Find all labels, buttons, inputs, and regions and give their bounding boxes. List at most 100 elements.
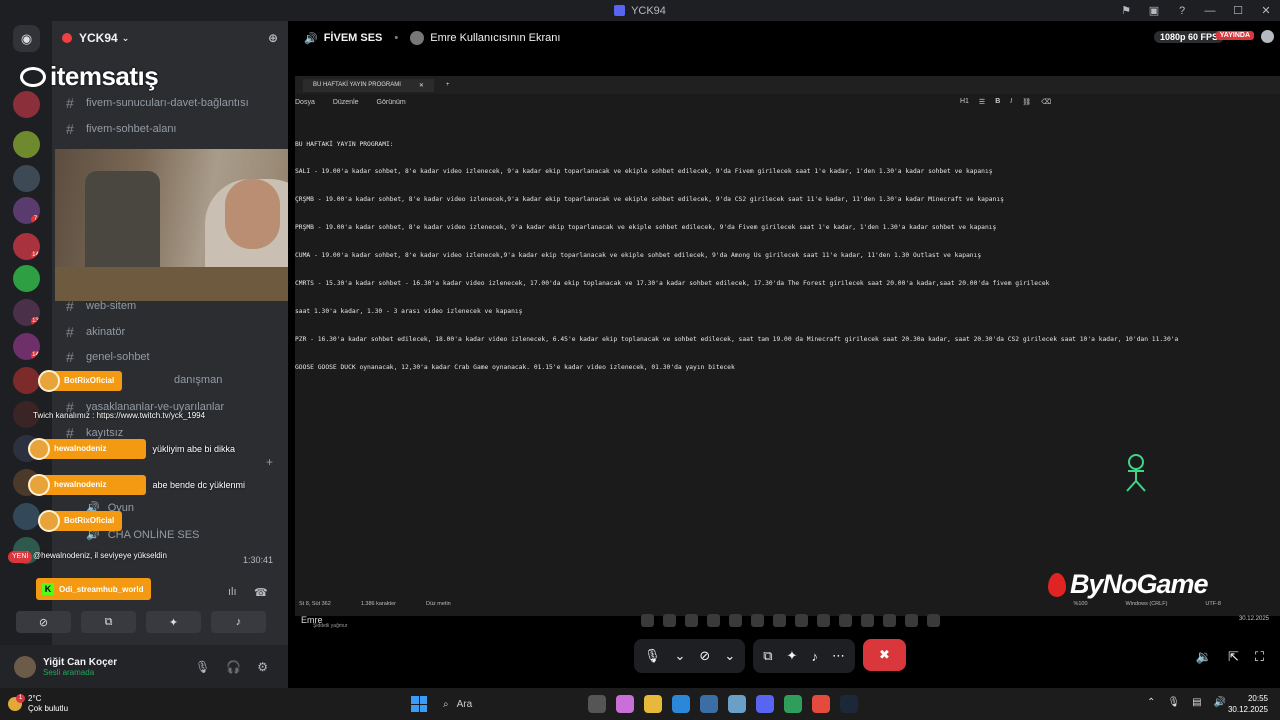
new-tab-icon[interactable]: + [446, 82, 450, 88]
server-icon[interactable]: 14 [13, 333, 40, 360]
close-icon[interactable]: ✕ [419, 82, 424, 89]
channel-item[interactable]: danışman [174, 374, 222, 386]
format-toolbar: H1 ☰ B I ⛓ ⌫ [960, 98, 1051, 106]
soundboard-button[interactable]: ♪ [211, 611, 266, 633]
soundboard-icon[interactable]: ♪ [811, 649, 818, 664]
heading-button[interactable]: H1 [960, 98, 969, 106]
stream-header: 🔊 FİVEM SES • Emre Kullanıcısının Ekranı… [288, 21, 1280, 55]
steam-icon[interactable] [840, 695, 858, 713]
server-badge-icon [62, 33, 72, 43]
inbox-icon[interactable]: ⚑ [1112, 4, 1140, 17]
activities-icon[interactable]: ✦ [787, 648, 798, 664]
chrome-icon[interactable] [812, 695, 830, 713]
call-controls: 🎙 ⌄ ⊘ ⌄ ⧉ ✦ ♪ ⋯ ✖ [634, 639, 906, 673]
chevron-down-icon[interactable]: ⌄ [675, 648, 686, 664]
screen-icon[interactable]: ▣ [1140, 4, 1168, 17]
volume-icon[interactable]: 🔉 [1196, 649, 1212, 665]
notepad-tab[interactable]: BU HAFTAKİ YAYIN PROGRAMI ✕ [303, 78, 434, 92]
link-icon[interactable]: ⛓ [1022, 98, 1031, 106]
microphone-icon[interactable]: 🎙 [644, 648, 661, 664]
list-icon[interactable]: ☰ [979, 98, 985, 106]
store-icon[interactable] [700, 695, 718, 713]
clock-date: 30.12.2025 [1227, 705, 1268, 714]
fullscreen-icon[interactable]: ⛶ [1255, 649, 1264, 665]
search-input[interactable]: ⌕ Ara [437, 692, 577, 716]
user-info[interactable]: Yiğit Can Koçer Sesli aramada [43, 657, 117, 677]
maximize-button[interactable]: ☐ [1224, 4, 1252, 17]
channel-item[interactable]: # fivem-sohbet-alanı [66, 121, 177, 137]
chevron-down-icon: ⌄ [121, 32, 130, 43]
kick-app-icon[interactable] [784, 695, 802, 713]
taskbar-clock[interactable]: 20:55 30.12.2025 [1228, 693, 1268, 715]
system-tray: ⌃ 🎙 ▤ 🔊 [1147, 697, 1226, 708]
microphone-icon[interactable]: 🎙 [195, 660, 210, 674]
server-icon[interactable] [13, 265, 40, 292]
clear-format-icon[interactable]: ⌫ [1041, 98, 1051, 106]
copilot-icon[interactable] [616, 695, 634, 713]
settings-app-icon[interactable] [728, 695, 746, 713]
menu-item[interactable]: Görünüm [377, 99, 406, 106]
popout-icon[interactable]: ⇱ [1228, 649, 1239, 665]
server-icon[interactable]: 14 [13, 233, 40, 260]
server-icon[interactable] [13, 131, 40, 158]
channel-label: web-sitem [86, 300, 137, 312]
user-panel-icons: 🎙 🎧 ⚙ [195, 660, 268, 674]
server-icon[interactable] [13, 367, 40, 394]
microphone-icon[interactable]: 🎙 [1167, 697, 1180, 708]
notepad-content[interactable]: BU HAFTAKİ YAYIN PROGRAMI: SALI - 19.00'… [295, 121, 1280, 391]
server-icon[interactable]: 7 [13, 197, 40, 224]
bold-icon[interactable]: B [995, 98, 1000, 106]
volume-icon[interactable]: 🔊 [1214, 697, 1226, 708]
add-user-icon[interactable]: ⊕ [268, 31, 278, 45]
more-icon[interactable]: ⋯ [832, 648, 845, 664]
server-icon[interactable] [13, 503, 40, 530]
activities-button[interactable]: ✦ [146, 611, 201, 633]
chevron-down-icon[interactable]: ⌄ [724, 648, 735, 664]
window-titlebar: YCK94 ⚑ ▣ ? — ☐ ✕ [0, 0, 1280, 21]
menu-item[interactable]: Düzenle [333, 99, 359, 106]
text-format: Düz metin [425, 601, 451, 607]
chevron-up-icon[interactable]: ⌃ [1147, 697, 1155, 708]
server-icon[interactable] [13, 165, 40, 192]
itemsatis-logo: itemsatış [20, 61, 159, 92]
soundboard-icon[interactable]: ılı [228, 586, 237, 598]
edge-icon[interactable] [672, 695, 690, 713]
gear-icon[interactable]: ⚙ [257, 660, 268, 674]
channel-item[interactable]: # genel-sohbet [66, 349, 150, 365]
avatar[interactable] [14, 655, 36, 678]
add-channel-icon[interactable]: + [266, 455, 273, 469]
server-icon[interactable] [13, 91, 40, 118]
discord-icon[interactable] [756, 695, 774, 713]
minimize-button[interactable]: — [1196, 5, 1224, 17]
task-view-icon[interactable] [588, 695, 606, 713]
headphones-icon[interactable]: 🎧 [226, 660, 241, 674]
discord-home-icon[interactable]: ◉ [13, 25, 40, 52]
chat-message: hewalnodeniz yükliyim abe bi dikka [28, 438, 235, 460]
app-icon [861, 613, 874, 627]
server-header[interactable]: YCK94 ⌄ ⊕ [52, 21, 288, 55]
text-line: BU HAFTAKİ YAYIN PROGRAMI: [295, 140, 394, 148]
camera-off-icon[interactable]: ⊘ [699, 648, 710, 664]
window-title-text: YCK94 [631, 4, 666, 17]
start-button[interactable] [411, 696, 427, 712]
file-explorer-icon[interactable] [644, 695, 662, 713]
screen-share-button[interactable]: ⧉ [81, 611, 136, 633]
help-icon[interactable]: ? [1168, 5, 1196, 17]
camera-off-button[interactable]: ⊘ [16, 611, 71, 633]
disconnect-button[interactable]: ✖ [862, 639, 906, 671]
weather-widget[interactable]: 1 2°C Çok bulutlu [8, 694, 68, 714]
screen-share-icon[interactable]: ⧉ [763, 648, 772, 664]
menu-item[interactable]: Dosya [295, 99, 315, 106]
app-icon [685, 613, 698, 627]
server-icon[interactable]: 13 [13, 299, 40, 326]
webcam-overlay [55, 149, 326, 301]
flame-icon [1048, 572, 1066, 597]
close-button[interactable]: ✕ [1252, 4, 1280, 17]
popout-icon[interactable] [1261, 30, 1274, 43]
disconnect-icon[interactable]: ☎ [254, 586, 268, 599]
channel-item[interactable]: # akinatör [66, 324, 125, 340]
italic-icon[interactable]: I [1010, 98, 1012, 106]
user-name: Yiğit Can Koçer [43, 656, 118, 668]
network-icon[interactable]: ▤ [1192, 697, 1201, 708]
channel-item[interactable]: # fivem-sunucuları-davet-bağlantısı [66, 95, 249, 111]
